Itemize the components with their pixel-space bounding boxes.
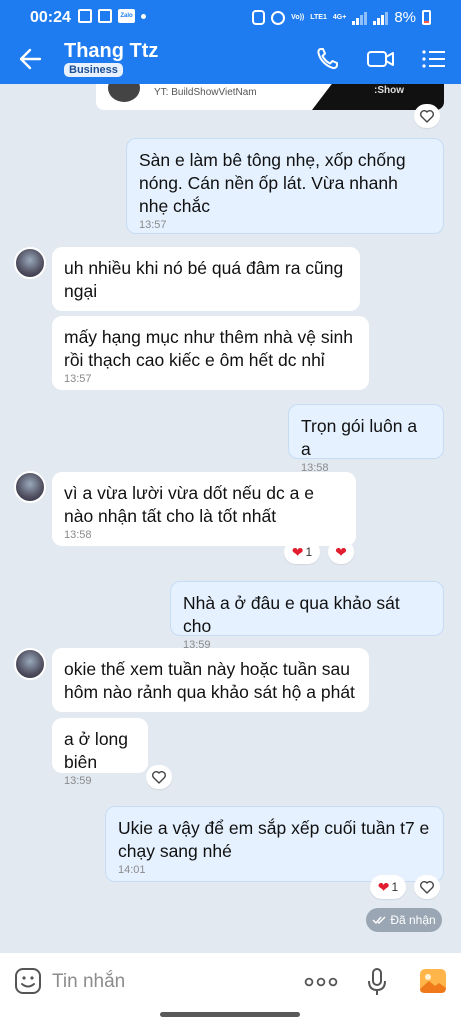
battery-icon — [422, 10, 431, 25]
back-arrow-icon[interactable] — [18, 46, 44, 72]
message-text: Nhà a ở đâu e qua khảo sát cho — [183, 593, 400, 636]
contact-name[interactable]: Thang Ttz — [64, 40, 158, 63]
message-text: Ukie a vậy để em sắp xếp cuối tuần t7 e … — [118, 818, 430, 861]
message-text: mấy hạng mục như thêm nhà vệ sinh rồi th… — [64, 327, 353, 370]
mute-icon — [271, 10, 286, 25]
emoji-sticker-icon[interactable] — [14, 967, 42, 995]
4g-label: 4G+ — [332, 14, 347, 21]
volte-label: Vo)) — [291, 14, 305, 21]
gallery-image-icon[interactable] — [419, 967, 447, 995]
message-outgoing[interactable]: Sàn e làm bê tông nhẹ, xốp chống nóng. C… — [126, 138, 444, 234]
heart-outline-icon — [420, 110, 434, 123]
top-bar: 00:24 Zalo Vo)) LTE1 4G+ 8% Thang Ttz Bu… — [0, 0, 461, 84]
reaction-count: 1 — [305, 545, 313, 559]
message-text: a ở long biên — [64, 729, 129, 772]
message-outgoing[interactable]: Trọn gói luôn a a 13:58 — [288, 404, 444, 474]
video-call-icon[interactable] — [366, 46, 396, 72]
react-button[interactable]: ❤ — [328, 540, 354, 564]
heart-outline-icon — [420, 881, 434, 894]
contact-avatar[interactable] — [14, 471, 46, 503]
link-caption: YT: BuildShowVietNam — [154, 87, 257, 98]
heart-filled-icon: ❤ — [291, 544, 304, 560]
react-button[interactable] — [146, 765, 172, 789]
lte-label: LTE1 — [310, 14, 327, 21]
status-time: 00:24 — [30, 9, 71, 26]
react-button[interactable] — [414, 104, 440, 128]
message-text: vì a vừa lười vừa dốt nếu dc a e nào nhậ… — [64, 483, 314, 526]
message-input[interactable]: Tin nhắn — [52, 971, 125, 993]
message-time: 13:59 — [64, 775, 92, 787]
gallery-notification-icon — [78, 9, 92, 23]
message-incoming[interactable]: okie thế xem tuần này hoặc tuần sau hôm … — [52, 648, 369, 712]
heart-filled-icon: ❤ — [335, 544, 347, 560]
home-indicator — [160, 1012, 300, 1017]
link-thumbnail — [108, 84, 140, 102]
heart-outline-icon — [152, 771, 166, 784]
message-incoming[interactable]: mấy hạng mục như thêm nhà vệ sinh rồi th… — [52, 316, 369, 390]
image-notification-icon — [98, 9, 112, 23]
link-preview-card[interactable]: YT: BuildShowVietNam :Show — [96, 84, 444, 110]
status-bar: 00:24 Zalo Vo)) LTE1 4G+ 8% — [0, 0, 461, 36]
contact-avatar[interactable] — [14, 648, 46, 680]
react-button[interactable] — [414, 875, 440, 899]
signal-icon — [352, 11, 368, 25]
delivery-status-label: Đã nhận — [390, 913, 436, 927]
more-notifications-icon — [141, 13, 146, 19]
zalo-notification-icon: Zalo — [118, 9, 135, 23]
contact-avatar[interactable] — [14, 247, 46, 279]
message-incoming[interactable]: vì a vừa lười vừa dốt nếu dc a e nào nhậ… — [52, 472, 356, 546]
message-time: 13:57 — [139, 219, 167, 231]
business-badge: Business — [64, 63, 123, 77]
alarm-icon — [252, 10, 266, 25]
double-check-icon — [372, 916, 386, 925]
message-incoming[interactable]: uh nhiều khi nó bé quá đâm ra cũng ngại — [52, 247, 360, 311]
delivery-status: Đã nhận — [366, 908, 442, 932]
more-options-icon[interactable] — [304, 977, 338, 987]
message-outgoing[interactable]: Ukie a vậy để em sắp xếp cuối tuần t7 e … — [105, 806, 444, 882]
signal-2-icon — [373, 11, 389, 25]
reaction-summary[interactable]: ❤ 1 — [370, 875, 406, 899]
heart-filled-icon: ❤ — [377, 879, 390, 895]
reaction-summary[interactable]: ❤ 1 — [284, 540, 320, 564]
menu-list-icon[interactable] — [420, 46, 448, 72]
message-text: okie thế xem tuần này hoặc tuần sau hôm … — [64, 659, 355, 702]
battery-percent: 8% — [394, 9, 416, 26]
message-text: uh nhiều khi nó bé quá đâm ra cũng ngại — [64, 258, 344, 301]
phone-call-icon[interactable] — [314, 46, 342, 72]
message-incoming[interactable]: a ở long biên 13:59 — [52, 718, 148, 787]
microphone-icon[interactable] — [366, 967, 388, 997]
message-text: Sàn e làm bê tông nhẹ, xốp chống nóng. C… — [139, 150, 406, 216]
reaction-count: 1 — [391, 880, 399, 894]
message-time: 13:57 — [64, 373, 92, 385]
message-outgoing[interactable]: Nhà a ở đâu e qua khảo sát cho 13:59 — [170, 581, 444, 651]
message-text: Trọn gói luôn a a — [301, 416, 418, 459]
